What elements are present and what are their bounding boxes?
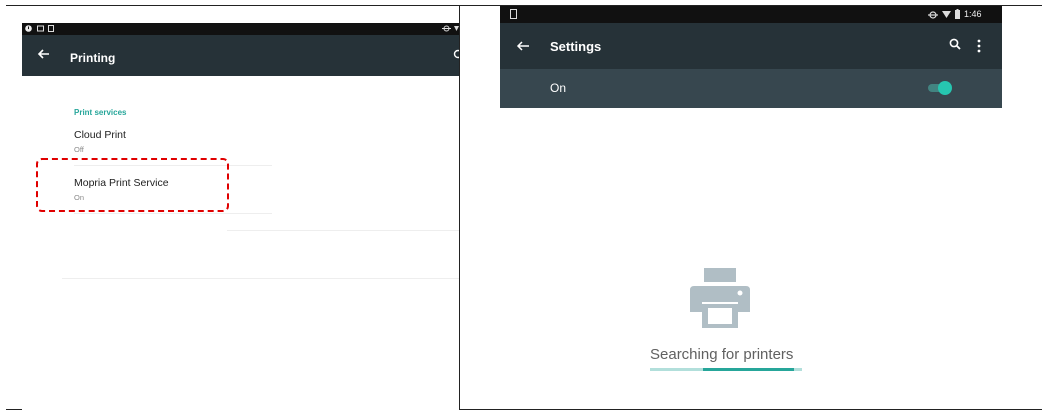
app-bar: Settings [500,23,1002,69]
printing-screen: Printing Print services Cloud Print Off … [22,23,459,410]
more-vert-icon[interactable] [974,37,984,55]
service-status: Off [74,145,84,154]
searching-message: Searching for printers [650,346,794,363]
status-bar [22,23,459,35]
notification-icon [48,25,54,32]
printer-icon [690,268,750,328]
switch-label: On [550,81,567,95]
toggle-thumb [938,81,952,95]
service-name: Cloud Print [74,129,126,141]
status-bar: 1:46 [500,6,1002,23]
printer-settings-screen: 1:46 Settings On Searching for printers [500,6,1002,406]
section-header: Print services [74,108,127,117]
service-toggle[interactable] [926,81,952,95]
status-time: 1:46 [964,9,982,19]
data-sync-icon [442,25,451,32]
app-bar: Printing [22,35,459,76]
progress-fill [703,368,795,371]
battery-icon [955,9,960,19]
back-arrow-icon[interactable] [513,37,533,55]
wifi-icon [942,11,951,18]
search-progress-bar [650,368,802,371]
wifi-icon [454,26,459,31]
alert-icon [25,25,32,32]
divider [62,278,459,279]
search-icon[interactable] [948,37,962,51]
message-icon [37,25,44,32]
divider [227,230,459,231]
page-title: Printing [70,51,116,65]
notification-icon [510,9,517,19]
master-switch-bar[interactable]: On [500,69,1002,108]
back-arrow-icon[interactable] [33,43,55,65]
page-title: Settings [550,39,602,54]
data-sync-icon [928,11,938,19]
search-icon[interactable] [452,49,459,61]
frame-divider [459,5,460,410]
highlight-annotation [36,158,229,212]
divider [74,213,272,214]
